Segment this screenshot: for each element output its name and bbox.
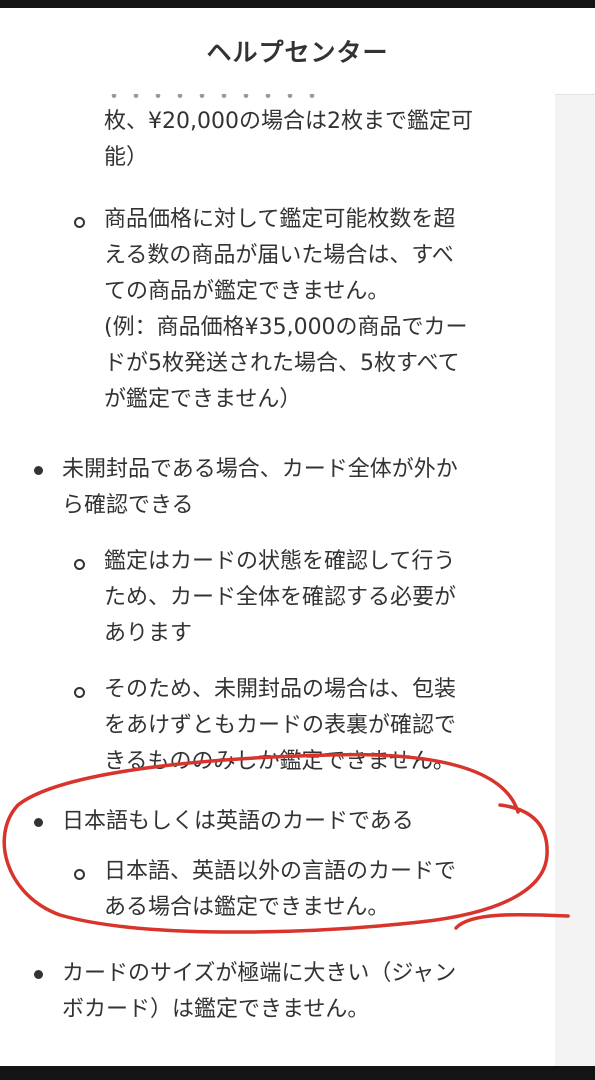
- list-text-line: ため、カード全体を確認する必要が: [104, 585, 457, 610]
- circle-bullet-icon: [74, 217, 85, 228]
- list-text-line: きるもののみしか鑑定できません。: [104, 749, 455, 774]
- sub-list-item: 日本語、英語以外の言語のカードで ある場合は鑑定できません。: [104, 854, 524, 926]
- bottom-bar-edge: [0, 1066, 595, 1080]
- list-text-line: ボカード）は鑑定できません。: [62, 997, 370, 1022]
- list-text-line: 未開封品である場合、カード全体が外か: [62, 457, 458, 482]
- list-text-line: (例：商品価格¥35,000の商品でカー: [104, 315, 468, 340]
- disc-bullet-icon: [34, 818, 43, 827]
- sub-list-item: 枚、¥20,000の場合は2枚まで鑑定可 能）: [104, 104, 524, 176]
- list-text-line: ら確認できる: [62, 493, 194, 518]
- disc-bullet-icon: [34, 466, 43, 475]
- list-text-line: カードのサイズが極端に大きい（ジャン: [62, 961, 457, 986]
- list-text-line: 枚、¥20,000の場合は2枚まで鑑定可: [104, 109, 473, 134]
- circle-bullet-icon: [74, 687, 85, 698]
- list-text-line: ドが5枚発送された場合、5枚すべて: [104, 351, 460, 376]
- list-text-line: 商品価格に対して鑑定可能枚数を超: [104, 207, 456, 232]
- list-text-line: 日本語、英語以外の言語のカードで: [104, 859, 457, 884]
- list-item-unopened: 未開封品である場合、カード全体が外か ら確認できる: [62, 452, 532, 524]
- sub-list-item: 商品価格に対して鑑定可能枚数を超 える数の商品が届いた場合は、すべ ての商品が鑑…: [104, 202, 524, 418]
- list-item-size: カードのサイズが極端に大きい（ジャン ボカード）は鑑定できません。: [62, 956, 532, 1028]
- article-content[interactable]: ・・・・・・・・・・ 枚、¥20,000の場合は2枚まで鑑定可 能） 商品価格に…: [0, 94, 555, 1066]
- list-text-line: をあけずともカードの表裏が確認で: [104, 713, 457, 738]
- list-text-line: が鑑定できません）: [104, 387, 302, 412]
- app-header: ヘルプセンター: [0, 8, 595, 95]
- help-center-page: ヘルプセンター ・・・・・・・・・・ 枚、¥20,000の場合は2枚まで鑑定可 …: [0, 8, 595, 1066]
- status-bar-edge: [0, 0, 595, 8]
- list-item-language: 日本語もしくは英語のカードである: [62, 804, 532, 840]
- list-text-line: ある場合は鑑定できません。: [104, 895, 390, 920]
- list-text-line: あります: [104, 621, 193, 646]
- page-title: ヘルプセンター: [206, 38, 389, 67]
- list-text-line: そのため、未開封品の場合は、包装: [104, 677, 457, 702]
- list-text-line: える数の商品が届いた場合は、すべ: [104, 243, 454, 268]
- list-text-line: 鑑定はカードの状態を確認して行う: [104, 549, 456, 574]
- list-text-line: ての商品が鑑定できません。: [104, 279, 390, 304]
- circle-bullet-icon: [74, 869, 85, 880]
- disc-bullet-icon: [34, 970, 43, 979]
- sub-list-item: 鑑定はカードの状態を確認して行う ため、カード全体を確認する必要が あります: [104, 544, 524, 652]
- list-text-line: 能）: [104, 145, 149, 170]
- circle-bullet-icon: [74, 559, 85, 570]
- sub-list-item: そのため、未開封品の場合は、包装 をあけずともカードの表裏が確認で きるもののみ…: [104, 672, 524, 780]
- list-text-line: 日本語もしくは英語のカードである: [62, 809, 414, 834]
